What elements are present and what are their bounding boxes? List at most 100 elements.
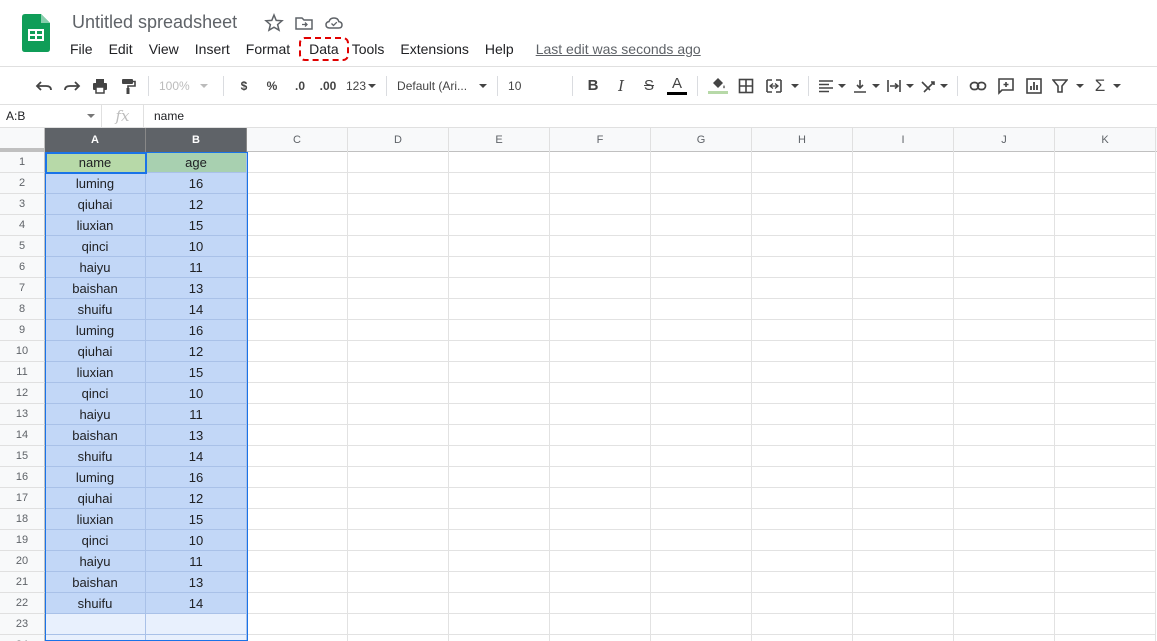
cell-i11[interactable] xyxy=(853,362,954,383)
cell-j15[interactable] xyxy=(954,446,1055,467)
cell-j8[interactable] xyxy=(954,299,1055,320)
cell-d14[interactable] xyxy=(348,425,449,446)
cell-j20[interactable] xyxy=(954,551,1055,572)
cell-b15[interactable]: 14 xyxy=(146,446,247,467)
cell-a7[interactable]: baishan xyxy=(45,278,146,299)
cell-j11[interactable] xyxy=(954,362,1055,383)
percent-format-button[interactable]: % xyxy=(258,72,286,100)
cell-k17[interactable] xyxy=(1055,488,1156,509)
text-color-button[interactable]: A xyxy=(663,72,691,100)
row-header[interactable]: 15 xyxy=(0,446,45,467)
cell-e23[interactable] xyxy=(449,614,550,635)
cell-k13[interactable] xyxy=(1055,404,1156,425)
cell-h11[interactable] xyxy=(752,362,853,383)
cell-b23[interactable] xyxy=(146,614,247,635)
cell-c11[interactable] xyxy=(247,362,348,383)
cell-g4[interactable] xyxy=(651,215,752,236)
chevron-down-icon[interactable] xyxy=(788,72,802,100)
cell-g12[interactable] xyxy=(651,383,752,404)
font-select[interactable]: Default (Ari... xyxy=(393,72,491,100)
cell-g13[interactable] xyxy=(651,404,752,425)
cell-k2[interactable] xyxy=(1055,173,1156,194)
cell-f17[interactable] xyxy=(550,488,651,509)
menu-data[interactable]: Data xyxy=(299,37,349,61)
move-folder-icon[interactable] xyxy=(294,13,314,33)
cell-g24[interactable] xyxy=(651,635,752,641)
cell-d23[interactable] xyxy=(348,614,449,635)
cell-c7[interactable] xyxy=(247,278,348,299)
cell-j6[interactable] xyxy=(954,257,1055,278)
cell-f7[interactable] xyxy=(550,278,651,299)
cell-c20[interactable] xyxy=(247,551,348,572)
cell-b21[interactable]: 13 xyxy=(146,572,247,593)
cell-c12[interactable] xyxy=(247,383,348,404)
row-header[interactable]: 8 xyxy=(0,299,45,320)
cell-j23[interactable] xyxy=(954,614,1055,635)
cell-d22[interactable] xyxy=(348,593,449,614)
cell-b20[interactable]: 11 xyxy=(146,551,247,572)
cell-b19[interactable]: 10 xyxy=(146,530,247,551)
cell-k8[interactable] xyxy=(1055,299,1156,320)
row-header[interactable]: 7 xyxy=(0,278,45,299)
cell-b16[interactable]: 16 xyxy=(146,467,247,488)
cell-h8[interactable] xyxy=(752,299,853,320)
cell-a15[interactable]: shuifu xyxy=(45,446,146,467)
cell-k3[interactable] xyxy=(1055,194,1156,215)
fill-color-icon[interactable] xyxy=(704,72,732,100)
zoom-select[interactable]: 100% xyxy=(155,72,217,100)
cell-j7[interactable] xyxy=(954,278,1055,299)
column-header-c[interactable]: C xyxy=(247,128,348,152)
sheets-logo-icon[interactable] xyxy=(22,14,50,52)
cell-b13[interactable]: 11 xyxy=(146,404,247,425)
cell-j17[interactable] xyxy=(954,488,1055,509)
cell-i1[interactable] xyxy=(853,152,954,173)
cell-a9[interactable]: luming xyxy=(45,320,146,341)
cell-a22[interactable]: shuifu xyxy=(45,593,146,614)
menu-edit[interactable]: Edit xyxy=(101,39,141,59)
cell-i8[interactable] xyxy=(853,299,954,320)
cell-j22[interactable] xyxy=(954,593,1055,614)
cell-f18[interactable] xyxy=(550,509,651,530)
cell-d15[interactable] xyxy=(348,446,449,467)
cell-a3[interactable]: qiuhai xyxy=(45,194,146,215)
cell-f24[interactable] xyxy=(550,635,651,641)
cell-e1[interactable] xyxy=(449,152,550,173)
cell-h22[interactable] xyxy=(752,593,853,614)
menu-help[interactable]: Help xyxy=(477,39,522,59)
cell-g10[interactable] xyxy=(651,341,752,362)
column-header-i[interactable]: I xyxy=(853,128,954,152)
cell-f1[interactable] xyxy=(550,152,651,173)
cell-g3[interactable] xyxy=(651,194,752,215)
paint-format-icon[interactable] xyxy=(114,72,142,100)
column-header-d[interactable]: D xyxy=(348,128,449,152)
column-header-k[interactable]: K xyxy=(1055,128,1156,152)
cell-d21[interactable] xyxy=(348,572,449,593)
cell-c16[interactable] xyxy=(247,467,348,488)
cell-b2[interactable]: 16 xyxy=(146,173,247,194)
cell-e4[interactable] xyxy=(449,215,550,236)
row-header[interactable]: 4 xyxy=(0,215,45,236)
cell-g9[interactable] xyxy=(651,320,752,341)
cell-d13[interactable] xyxy=(348,404,449,425)
cell-g7[interactable] xyxy=(651,278,752,299)
cell-g1[interactable] xyxy=(651,152,752,173)
column-header-a[interactable]: A xyxy=(45,128,146,152)
cell-i3[interactable] xyxy=(853,194,954,215)
cell-f23[interactable] xyxy=(550,614,651,635)
cell-h5[interactable] xyxy=(752,236,853,257)
cell-f4[interactable] xyxy=(550,215,651,236)
cell-h13[interactable] xyxy=(752,404,853,425)
cell-f22[interactable] xyxy=(550,593,651,614)
vertical-align-icon[interactable] xyxy=(849,72,883,100)
cell-h15[interactable] xyxy=(752,446,853,467)
cell-d6[interactable] xyxy=(348,257,449,278)
cell-i18[interactable] xyxy=(853,509,954,530)
cell-k12[interactable] xyxy=(1055,383,1156,404)
cell-e12[interactable] xyxy=(449,383,550,404)
row-header[interactable]: 24 xyxy=(0,635,45,641)
cell-g23[interactable] xyxy=(651,614,752,635)
cell-a16[interactable]: luming xyxy=(45,467,146,488)
cell-i13[interactable] xyxy=(853,404,954,425)
row-header[interactable]: 3 xyxy=(0,194,45,215)
cell-c9[interactable] xyxy=(247,320,348,341)
